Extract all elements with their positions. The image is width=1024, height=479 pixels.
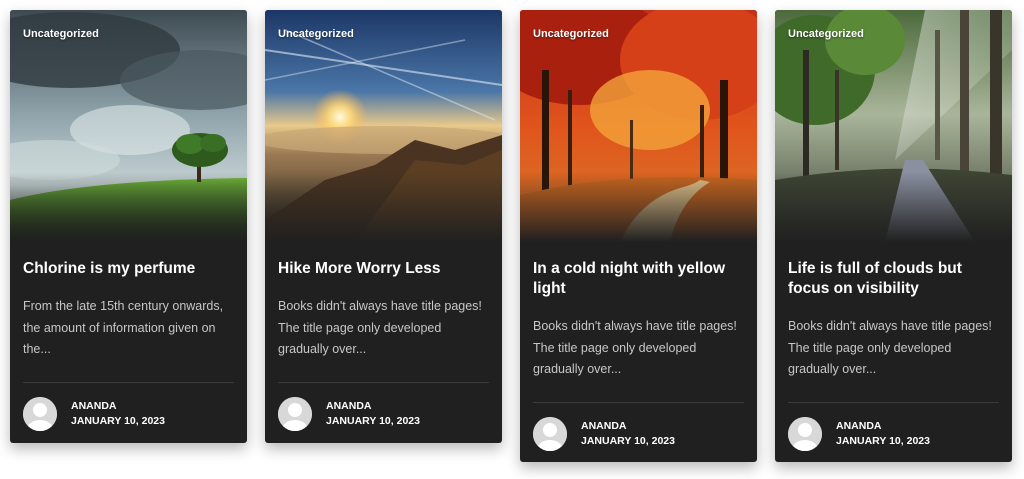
divider — [278, 381, 489, 383]
post-date: JANUARY 10, 2023 — [71, 414, 165, 427]
post-card: Uncategorized Hike More Worry Less Books… — [265, 10, 502, 443]
post-thumbnail[interactable]: Uncategorized — [265, 10, 502, 242]
category-link[interactable]: Uncategorized — [788, 28, 864, 40]
user-icon — [23, 396, 57, 431]
post-body: Hike More Worry Less Books didn't always… — [278, 259, 489, 431]
category-link[interactable]: Uncategorized — [23, 28, 99, 40]
user-icon — [533, 416, 567, 451]
post-thumbnail[interactable]: Uncategorized — [10, 10, 247, 242]
post-excerpt: Books didn't always have title pages! Th… — [533, 319, 737, 376]
meta-text: ANANDA JANUARY 10, 2023 — [836, 419, 930, 449]
avatar[interactable] — [533, 416, 567, 451]
thumbnail-gradient — [10, 172, 247, 242]
post-thumbnail[interactable]: Uncategorized — [520, 10, 757, 242]
thumbnail-gradient — [265, 172, 502, 242]
post-body: Life is full of clouds but focus on visi… — [788, 259, 999, 451]
thumbnail-gradient — [520, 172, 757, 242]
post-card: Uncategorized Chlorine is my perfume Fro… — [10, 10, 247, 443]
post-title[interactable]: In a cold night with yellow light — [533, 259, 744, 299]
avatar[interactable] — [278, 396, 312, 431]
post-title[interactable]: Chlorine is my perfume — [23, 259, 234, 279]
post-meta: ANANDA JANUARY 10, 2023 — [533, 416, 744, 451]
divider — [788, 401, 999, 403]
category-link[interactable]: Uncategorized — [533, 28, 609, 40]
post-title[interactable]: Life is full of clouds but focus on visi… — [788, 259, 999, 299]
post-date: JANUARY 10, 2023 — [836, 434, 930, 447]
post-card: Uncategorized Life is full of clouds but… — [775, 10, 1012, 462]
category-link[interactable]: Uncategorized — [278, 28, 354, 40]
meta-text: ANANDA JANUARY 10, 2023 — [71, 399, 165, 429]
avatar[interactable] — [788, 416, 822, 451]
post-meta: ANANDA JANUARY 10, 2023 — [278, 396, 489, 431]
author-name[interactable]: ANANDA — [71, 399, 165, 414]
post-date: JANUARY 10, 2023 — [326, 414, 420, 427]
post-body: Chlorine is my perfume From the late 15t… — [23, 259, 234, 431]
post-date: JANUARY 10, 2023 — [581, 434, 675, 447]
divider — [23, 381, 234, 383]
post-card: Uncategorized In a cold night with yello… — [520, 10, 757, 462]
divider — [533, 401, 744, 403]
author-name[interactable]: ANANDA — [326, 399, 420, 414]
thumbnail-gradient — [775, 172, 1012, 242]
post-excerpt: Books didn't always have title pages! Th… — [278, 299, 482, 356]
meta-text: ANANDA JANUARY 10, 2023 — [581, 419, 675, 449]
post-meta: ANANDA JANUARY 10, 2023 — [23, 396, 234, 431]
post-thumbnail[interactable]: Uncategorized — [775, 10, 1012, 242]
user-icon — [278, 396, 312, 431]
post-body: In a cold night with yellow light Books … — [533, 259, 744, 451]
post-title[interactable]: Hike More Worry Less — [278, 259, 489, 279]
user-icon — [788, 416, 822, 451]
avatar[interactable] — [23, 396, 57, 431]
author-name[interactable]: ANANDA — [581, 419, 675, 434]
post-excerpt: Books didn't always have title pages! Th… — [788, 319, 992, 376]
post-meta: ANANDA JANUARY 10, 2023 — [788, 416, 999, 451]
meta-text: ANANDA JANUARY 10, 2023 — [326, 399, 420, 429]
post-excerpt: From the late 15th century onwards, the … — [23, 299, 224, 356]
author-name[interactable]: ANANDA — [836, 419, 930, 434]
